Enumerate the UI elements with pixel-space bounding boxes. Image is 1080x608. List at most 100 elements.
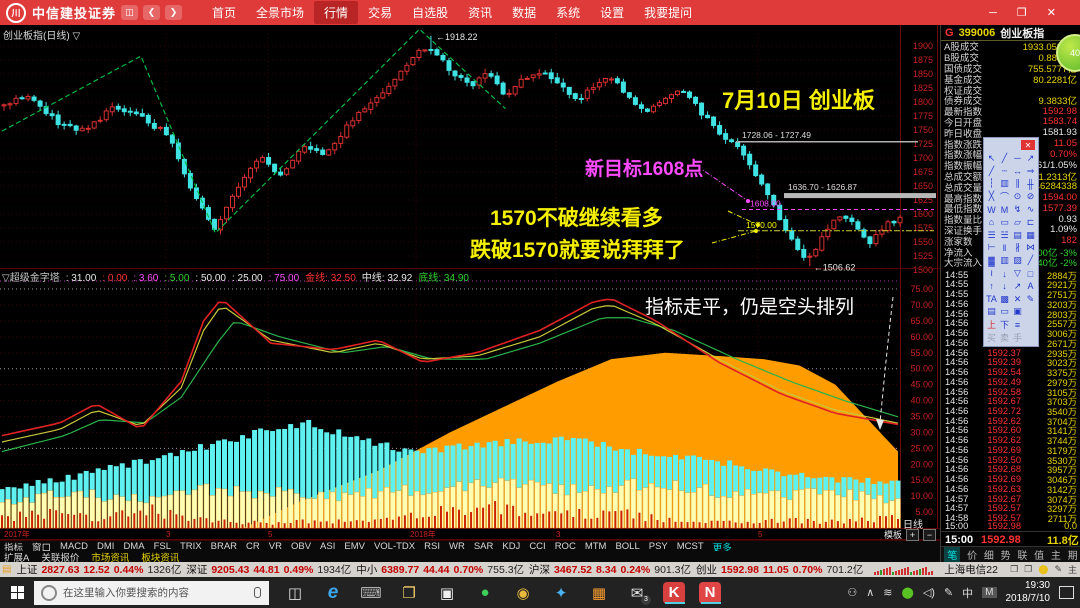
menu-首页[interactable]: 首页 [202,1,246,24]
index-深证[interactable]: 深证9205.4344.810.49%1934亿 [186,562,351,577]
taskbar-search-input[interactable]: 在这里输入你要搜索的内容 [34,581,269,605]
palette-tool-icon[interactable]: ▽ [1011,267,1024,280]
menu-全景市场[interactable]: 全景市场 [246,1,314,24]
palette-tool-icon[interactable]: ⊢ [985,242,998,255]
status-icon-3[interactable]: ✎ [1054,564,1062,575]
edge-browser-icon[interactable]: e [321,580,345,606]
quote-tab-主[interactable]: 主 [1051,547,1061,562]
task-view-icon[interactable]: ◫ [283,580,307,606]
menu-行情[interactable]: 行情 [314,1,358,24]
palette-tool-icon[interactable]: ↓ [998,267,1011,280]
file-explorer-icon[interactable]: ❐ [397,580,421,606]
index-沪深[interactable]: 沪深3467.528.340.24%901.3亿 [529,562,691,577]
palette-tool-icon[interactable]: ↯ [1011,203,1024,216]
menu-数据[interactable]: 数据 [502,1,546,24]
palette-tool-icon[interactable]: ▓ [985,254,998,267]
palette-tool-icon[interactable]: ▭ [998,216,1011,229]
chart-title[interactable]: 创业板指(日线) ▽ [3,27,80,42]
palette-tool-icon[interactable]: ⊏ [1024,216,1037,229]
palette-tool-icon[interactable]: ▤ [985,306,998,319]
palette-close-button[interactable]: ✕ [1021,140,1035,150]
ms-store-icon[interactable]: ▣ [435,580,459,606]
palette-tool-icon[interactable]: ╫ [1024,178,1037,191]
palette-tool-icon[interactable]: 手 [1011,331,1024,344]
status-icon-2[interactable]: ⬤ [1038,564,1048,575]
palette-tool-icon[interactable]: A [1024,280,1037,293]
palette-tool-icon[interactable]: ⋈ [1024,242,1037,255]
index-上证[interactable]: 上证2827.6312.520.44%1326亿 [16,562,181,577]
palette-tool-icon[interactable]: ▨ [1011,254,1024,267]
laptop-app-icon[interactable]: ⌨ [359,580,383,606]
mail-app-icon[interactable]: ✉3 [625,580,649,606]
palette-tool-icon[interactable]: ▭ [998,306,1011,319]
volume-icon[interactable]: ◁) [923,586,935,599]
pen-icon[interactable]: ✎ [944,586,953,599]
palette-tool-icon[interactable]: ↓ [998,280,1011,293]
palette-tool-icon[interactable]: □ [1024,267,1037,280]
palette-tool-icon[interactable]: ‖ [998,242,1011,255]
palette-tool-icon[interactable] [1024,318,1037,331]
palette-tool-icon[interactable]: ⌂ [985,216,998,229]
quote-tab-值[interactable]: 值 [1034,547,1044,562]
palette-tool-icon[interactable] [1024,331,1037,344]
microphone-icon[interactable] [254,587,261,598]
quote-tab-期[interactable]: 期 [1068,547,1078,562]
palette-tool-icon[interactable]: ┆ [985,178,998,191]
palette-tool-icon[interactable]: ∥ [1011,178,1024,191]
palette-tool-icon[interactable]: ▤ [1011,229,1024,242]
menu-交易[interactable]: 交易 [358,1,402,24]
start-button[interactable] [0,577,34,608]
quote-tab-联[interactable]: 联 [1017,547,1027,562]
palette-tool-icon[interactable]: ☰ [985,229,998,242]
palette-tool-icon[interactable]: ┄ [998,165,1011,178]
ime-icon[interactable]: 中 [962,585,973,601]
quote-tab-势[interactable]: 势 [1001,547,1011,562]
palette-tool-icon[interactable]: W [985,203,998,216]
template-label[interactable]: 模板 [884,528,902,541]
palette-tool-icon[interactable]: ╱ [998,152,1011,165]
palette-tool-icon[interactable]: ✎ [1024,293,1037,306]
palette-tool-icon[interactable]: ▥ [998,254,1011,267]
chevron-up-icon[interactable]: ∧ [866,586,874,599]
zoom-out-button[interactable]: − [923,529,936,541]
status-app-icon[interactable]: ▤ [2,564,11,575]
palette-tool-icon[interactable]: TA [985,293,998,306]
close-button[interactable]: ✕ [1047,6,1056,19]
status-icon-1[interactable]: ❐ [1024,564,1032,575]
palette-tool-icon[interactable]: ↖ [985,152,998,165]
screenshot-icon[interactable]: ◫ [121,5,138,20]
maximize-button[interactable]: ❐ [1017,6,1027,19]
360-browser-icon[interactable]: ● [473,580,497,606]
palette-tool-icon[interactable]: ▣ [1011,306,1024,319]
palette-tool-icon[interactable] [1024,306,1037,319]
m-icon[interactable]: M [982,587,996,598]
taskbar-clock[interactable]: 19:30 2018/7/10 [1006,580,1051,605]
palette-tool-icon[interactable]: ╳ [985,190,998,203]
palette-tool-icon[interactable]: ╱ [1024,254,1037,267]
security-icon[interactable]: ⬤ [902,586,914,599]
menu-系统[interactable]: 系统 [546,1,590,24]
palette-tool-icon[interactable]: 上 [985,318,998,331]
palette-tool-icon[interactable]: ⊙ [1011,190,1024,203]
menu-自选股[interactable]: 自选股 [402,1,458,24]
palette-tool-icon[interactable]: ≀ [985,267,998,280]
zoom-in-button[interactable]: + [906,529,919,541]
palette-tool-icon[interactable]: ∦ [1011,242,1024,255]
palette-tool-icon[interactable]: ☱ [998,229,1011,242]
index-中小[interactable]: 中小6389.7744.440.70%755.3亿 [356,562,524,577]
status-icon-4[interactable]: 主 [1068,563,1077,576]
quote-tab-笔[interactable]: 笔 [944,547,960,562]
tim-app-icon[interactable]: ✦ [549,580,573,606]
palette-tool-icon[interactable]: ↗ [1011,280,1024,293]
palette-tool-icon[interactable]: 买 [985,331,998,344]
palette-tool-icon[interactable]: ▦ [1024,229,1037,242]
palette-tool-icon[interactable]: ▩ [998,293,1011,306]
action-center-icon[interactable] [1059,586,1074,599]
palette-tool-icon[interactable]: 下 [998,318,1011,331]
stock-app-icon[interactable]: K [663,582,685,604]
status-icon-0[interactable]: ❐ [1010,564,1018,575]
palette-tool-icon[interactable]: ⇒ [1024,165,1037,178]
palette-tool-icon[interactable]: ⌒ [998,190,1011,203]
palette-tool-icon[interactable]: ▱ [1011,216,1024,229]
menu-我要提问[interactable]: 我要提问 [634,1,702,24]
